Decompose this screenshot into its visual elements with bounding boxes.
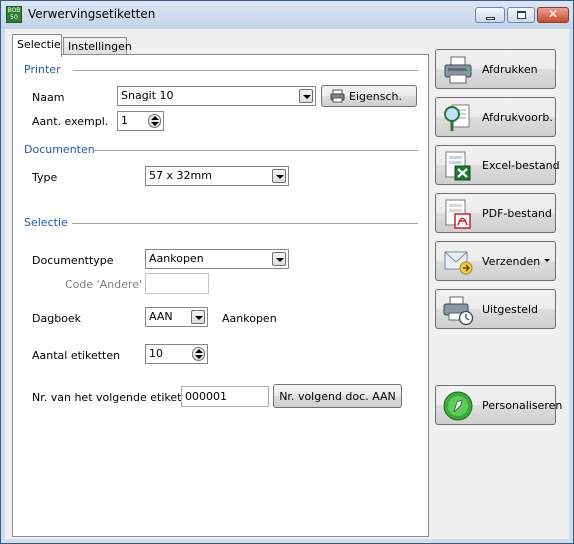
delayed-printer-icon [443, 296, 474, 326]
printer-properties-icon [330, 89, 345, 103]
spin-arrows-icon[interactable] [148, 114, 161, 128]
minimize-icon [486, 17, 495, 20]
print-button-label: Afdrukken [482, 63, 538, 76]
printer-name-select[interactable]: Snagit 10 [117, 86, 316, 106]
properties-button[interactable]: Eigensch. [321, 85, 417, 107]
app-logo-icon: BOB 50 [6, 6, 22, 23]
dagboek-select[interactable]: AAN [145, 307, 208, 327]
doctype-select[interactable]: Aankopen [145, 249, 289, 269]
naam-label: Naam [32, 91, 65, 104]
next-label-number-field[interactable]: 000001 [181, 386, 269, 407]
code-andere-label: Code 'Andere' [65, 278, 142, 291]
chevron-down-icon[interactable] [272, 252, 286, 266]
pdf-export-button[interactable]: PDF-bestand [435, 193, 556, 233]
print-button[interactable]: Afdrukken [435, 49, 556, 89]
send-button-label: Verzenden [482, 255, 541, 268]
selectie-section-divider [72, 223, 418, 224]
doctype-value: Aankopen [149, 252, 204, 265]
excel-export-button-label: Excel-bestand [482, 159, 560, 172]
minimize-button[interactable] [475, 7, 505, 23]
label-count-stepper[interactable]: 10 [145, 344, 208, 364]
printer-section-title: Printer [24, 63, 61, 76]
excel-export-button[interactable]: Excel-bestand [435, 145, 560, 185]
personalize-icon [443, 391, 473, 421]
next-doc-number-button-label: Nr. volgend doc. AAN [279, 390, 396, 403]
title-bar[interactable]: BOB 50 Verwervingsetiketten ✕ [1, 1, 573, 29]
documenten-section-title: Documenten [24, 143, 95, 156]
documenten-section-divider [93, 150, 418, 151]
printer-section-divider [73, 70, 418, 71]
properties-button-label: Eigensch. [349, 90, 402, 103]
code-andere-field[interactable] [145, 273, 209, 294]
spin-arrows-icon[interactable] [192, 347, 205, 361]
send-button[interactable]: Verzenden [435, 241, 556, 281]
close-button[interactable]: ✕ [537, 7, 569, 23]
tab-selectie-label: Selectie [17, 38, 61, 51]
chevron-down-icon[interactable] [272, 169, 286, 183]
next-doc-number-button[interactable]: Nr. volgend doc. AAN [273, 384, 402, 408]
send-icon [444, 251, 473, 275]
delayed-print-button-label: Uitgesteld [482, 303, 539, 316]
chevron-down-icon[interactable] [191, 310, 205, 324]
copies-label: Aant. exempl. [32, 115, 109, 128]
printer-icon [444, 56, 472, 84]
app-window: BOB 50 Verwervingsetiketten ✕ Selectie I… [0, 0, 574, 544]
tab-instellingen-label: Instellingen [68, 40, 132, 53]
label-count-label: Aantal etiketten [32, 349, 121, 362]
dropdown-arrow-icon[interactable] [544, 259, 550, 262]
print-preview-icon [444, 104, 470, 131]
delayed-print-button[interactable]: Uitgesteld [435, 289, 556, 329]
next-label-number-label: Nr. van het volgende etiket [32, 391, 182, 404]
selectie-section-title: Selectie [24, 216, 68, 229]
doctype-label: Documenttype [32, 254, 114, 267]
chevron-down-icon[interactable] [299, 89, 313, 103]
copies-value: 1 [121, 114, 128, 127]
tab-selectie[interactable]: Selectie [12, 34, 62, 57]
personalize-button[interactable]: Personaliseren [435, 385, 562, 425]
document-type-select[interactable]: 57 x 32mm [145, 166, 289, 186]
document-type-value: 57 x 32mm [149, 169, 212, 182]
pdf-export-button-label: PDF-bestand [482, 207, 552, 220]
dialog-client: Selectie Instellingen Printer Naam Snagi… [5, 29, 569, 539]
printer-name-value: Snagit 10 [121, 89, 174, 102]
print-preview-button[interactable]: Afdrukvoorb. [435, 97, 556, 137]
tab-instellingen[interactable]: Instellingen [63, 37, 132, 55]
close-icon: ✕ [547, 7, 559, 21]
window-title: Verwervingsetiketten [28, 7, 156, 21]
dagboek-description: Aankopen [222, 312, 277, 325]
dagboek-label: Dagboek [32, 312, 82, 325]
tab-panel-selectie: Printer Naam Snagit 10 Eigensch. Aant. e… [12, 54, 429, 537]
copies-stepper[interactable]: 1 [117, 111, 164, 131]
personalize-button-label: Personaliseren [482, 399, 563, 412]
dagboek-value: AAN [149, 310, 173, 323]
label-count-value: 10 [149, 347, 163, 360]
type-label: Type [32, 171, 58, 184]
excel-file-icon [445, 151, 471, 181]
pdf-file-icon [445, 199, 471, 229]
maximize-button[interactable] [507, 7, 535, 23]
maximize-icon [517, 11, 526, 19]
print-preview-button-label: Afdrukvoorb. [482, 111, 553, 124]
